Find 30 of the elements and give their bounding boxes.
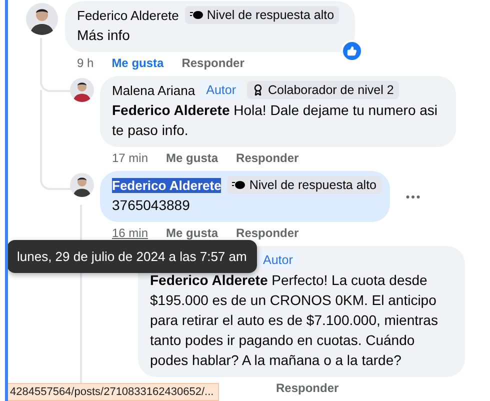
comment-text: Federico Alderete Hola! Dale dejame tu numero asi te paso info. <box>112 101 439 140</box>
comment-text: Federico Alderete Perfecto! La cuota desde $195.000 es de un CRONOS 0KM. El anticipo para retirar el auto es de $7.100.000, mientras tanto podes ir pagando en cuotas. Cuándo podes hablar? A la mañana o a la tarde? <box>150 271 439 370</box>
speech-bubble-icon <box>190 10 203 20</box>
author-badge: Autor <box>201 81 242 99</box>
author-badge: Autor <box>258 251 298 269</box>
like-link[interactable]: Me gusta <box>166 226 218 240</box>
reply-link[interactable]: Responder <box>236 151 299 165</box>
like-link[interactable]: Me gusta <box>112 56 164 70</box>
status-bar-url: 4284557564/posts/2710833162430652/... <box>8 383 219 401</box>
reply-link[interactable]: Responder <box>276 381 339 395</box>
reply-link[interactable]: Responder <box>236 226 299 240</box>
avatar[interactable] <box>70 173 94 197</box>
reply-link[interactable]: Responder <box>182 56 244 70</box>
comment-time[interactable]: 17 min <box>112 151 148 165</box>
comment-author[interactable]: Malena Ariana <box>112 82 196 98</box>
comment-author[interactable]: Federico Alderete <box>77 8 179 22</box>
rank-badge: Nivel de respuesta alto <box>227 176 382 194</box>
avatar[interactable] <box>70 78 94 102</box>
rank-badge: Nivel de respuesta alto <box>184 6 340 24</box>
comment-time[interactable]: 16 min <box>112 226 148 240</box>
date-tooltip: lunes, 29 de julio de 2024 a las 7:57 am <box>8 240 257 273</box>
comment-text: 3765043889 <box>112 196 191 215</box>
like-link[interactable]: Me gusta <box>166 151 218 165</box>
award-icon <box>252 84 264 96</box>
comment-time[interactable]: 9 h <box>77 56 94 70</box>
comment-author[interactable]: Federico Alderete <box>112 178 222 192</box>
comment-text: Más info <box>77 26 131 45</box>
avatar[interactable] <box>26 3 58 35</box>
speech-bubble-icon <box>232 180 246 190</box>
rank-badge: Colaborador de nivel 2 <box>247 81 399 99</box>
